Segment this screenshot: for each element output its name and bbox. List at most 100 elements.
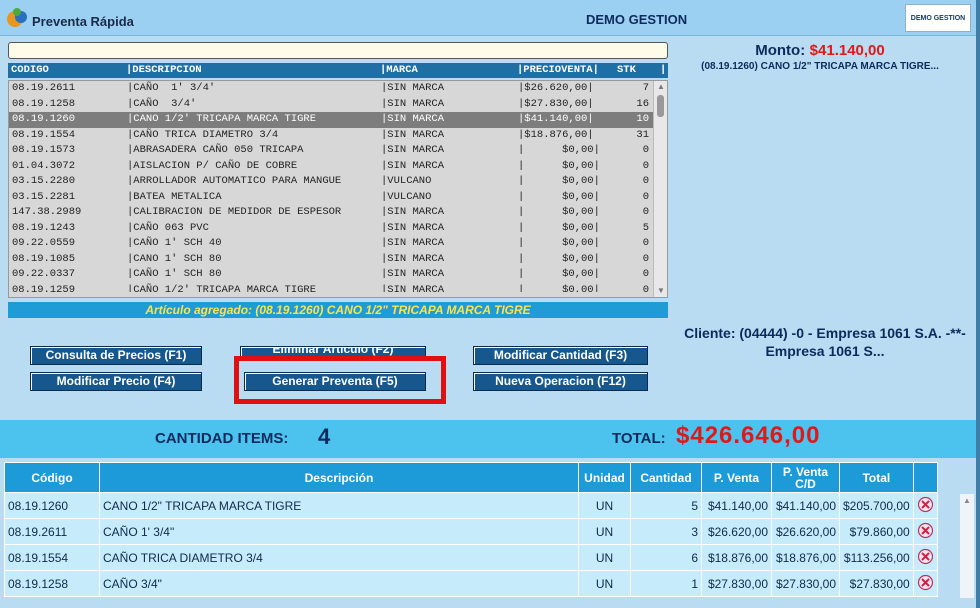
product-cell-descripcion: |CANO 1' SCH 80 (127, 252, 222, 265)
th-pventa-cd[interactable]: P. Venta C/D (771, 462, 840, 493)
th-total[interactable]: Total (839, 462, 914, 493)
product-cell-descripcion: |CALIBRACION DE MEDIDOR DE ESPESOR (127, 206, 342, 218)
cell-unidad: UN (578, 492, 631, 519)
scroll-up-icon[interactable]: ▲ (960, 496, 974, 505)
product-cell-marca: |SIN MARCA (381, 128, 445, 141)
product-list-scrollbar[interactable]: ▲ ▼ (653, 81, 667, 297)
product-cell-precio: | $0,00| (518, 252, 600, 265)
product-row[interactable]: 08.19.1259 |CAÑO 1/2' TRICAPA MARCA TIGRE… (9, 283, 667, 292)
product-cell-precio: |$26.620,00| (518, 82, 594, 94)
product-cell-codigo: 08.19.1258 (12, 97, 76, 110)
th-pventa[interactable]: P. Venta (701, 462, 772, 493)
product-cell-codigo: 03.15.2281 (12, 190, 76, 203)
scroll-down-icon[interactable]: ▼ (654, 285, 668, 297)
product-row[interactable]: 09.22.0559 |CAÑO 1' SCH 40 |SIN MARCA | $0,… (9, 236, 667, 252)
cell-pventa: $26.620,00 (701, 518, 772, 545)
cell-pventa_cd: $41.140,00 (771, 492, 840, 519)
product-cell-precio: | $0,00| (518, 206, 600, 218)
product-cell-precio: |$41.140,00| (518, 113, 594, 125)
scroll-up-icon[interactable]: ▲ (654, 81, 668, 93)
product-cell-codigo: 08.19.1573 (12, 144, 76, 156)
product-row[interactable]: 01.04.3072 |AISLACION P/ CAÑO DE COBRE |SI… (9, 159, 667, 175)
product-cell-marca: |SIN MARCA (381, 252, 445, 265)
product-row[interactable]: 08.19.1085 |CANO 1' SCH 80 |SIN MARCA | $0,… (9, 252, 667, 268)
product-list[interactable]: 08.19.2611 |CAÑO 1' 3/4' |SIN MARCA |$26.62… (8, 80, 668, 298)
delete-item-icon[interactable] (917, 496, 934, 513)
product-cell-stk: 0 (642, 175, 649, 187)
product-row[interactable]: 08.19.1554 |CAÑO TRICA DIAMETRO 3/4 |SIN M… (9, 128, 667, 144)
table-row[interactable]: 08.19.1260 CANO 1/2" TRICAPA MARCA TIGRE U… (4, 492, 938, 519)
th-descripcion[interactable]: Descripción (99, 462, 579, 493)
scroll-thumb[interactable] (657, 95, 664, 117)
cell-unidad: UN (578, 518, 631, 545)
modificar-cantidad-button[interactable]: Modificar Cantidad (F3) (473, 346, 648, 365)
table-row[interactable]: 08.19.1258 CAÑO 3/4" UN 1 $27.830,00 $27.830,… (4, 570, 938, 597)
monto-label: Monto: (755, 42, 806, 59)
product-cell-stk: 5 (642, 221, 649, 234)
added-message: Artículo agregado: (08.19.1260) CANO 1/2… (8, 302, 668, 318)
cell-descripcion: CAÑO TRICA DIAMETRO 3/4 (99, 544, 579, 571)
cell-descripcion: CAÑO 3/4" (99, 570, 579, 597)
product-cell-marca: |SIN MARCA (381, 97, 445, 110)
delete-item-icon[interactable] (917, 522, 934, 539)
window-edge (976, 0, 980, 608)
row-actions (912, 570, 938, 597)
product-cell-stk: 10 (636, 113, 649, 125)
product-cell-codigo: 01.04.3072 (12, 159, 76, 172)
product-cell-marca: |SIN MARCA (381, 237, 445, 249)
product-cell-stk: 0 (642, 237, 649, 249)
nueva-operacion-button[interactable]: Nueva Operacion (F12) (473, 372, 648, 391)
cell-unidad: UN (578, 570, 631, 597)
product-cell-marca: |SIN MARCA (381, 206, 445, 218)
col-end: | (660, 64, 667, 76)
cell-pventa_cd: $18.876,00 (771, 544, 840, 571)
table-row[interactable]: 08.19.1554 CAÑO TRICA DIAMETRO 3/4 UN 6 $18.… (4, 544, 938, 571)
product-row[interactable]: 03.15.2280 |ARROLLADOR AUTOMATICO PARA MA… (9, 174, 667, 190)
product-cell-descripcion: |ARROLLADOR AUTOMATICO PARA MANGUE (127, 175, 342, 187)
highlight-box (234, 356, 446, 404)
consulta-precios-button[interactable]: Consulta de Precios (F1) (30, 346, 202, 365)
product-cell-codigo: 08.19.1243 (12, 221, 76, 234)
product-cell-codigo: 09.22.0559 (12, 237, 76, 249)
delete-item-icon[interactable] (917, 574, 934, 591)
product-cell-precio: | $0,00| (518, 159, 600, 172)
product-cell-precio: | $0,00| (518, 144, 600, 156)
product-row[interactable]: 08.19.1573 |ABRASADERA CAÑO 050 TRICAPA |S… (9, 143, 667, 159)
product-row[interactable]: 08.19.1243 |CAÑO 063 PVC |SIN MARCA | $0,00… (9, 221, 667, 237)
product-row[interactable]: 08.19.1258 |CAÑO 3/4' |SIN MARCA |$27.830,0… (9, 97, 667, 113)
product-row[interactable]: 147.38.2989 |CALIBRACION DE MEDIDOR DE ES… (9, 205, 667, 221)
delete-item-icon[interactable] (917, 548, 934, 565)
cell-total: $113.256,00 (839, 544, 914, 571)
row-actions (912, 492, 938, 519)
product-cell-marca: |SIN MARCA (381, 159, 445, 172)
product-cell-codigo: 08.19.1554 (12, 128, 76, 141)
product-cell-marca: |VULCANO (381, 190, 432, 203)
product-cell-stk: 0 (642, 252, 649, 265)
product-cell-descripcion: |AISLACION P/ CAÑO DE COBRE (127, 159, 298, 172)
cell-cantidad: 5 (630, 492, 702, 519)
product-cell-codigo: 08.19.1260 (12, 113, 76, 125)
product-cell-descripcion: |BATEA METALICA (127, 190, 222, 203)
modificar-precio-button[interactable]: Modificar Precio (F4) (30, 372, 202, 391)
title-bar: Preventa Rápida DEMO GESTION DEMO GESTIO… (0, 0, 980, 36)
th-unidad[interactable]: Unidad (578, 462, 631, 493)
product-row[interactable]: 03.15.2281 |BATEA METALICA |VULCANO | $0,00… (9, 190, 667, 206)
product-row[interactable]: 08.19.2611 |CAÑO 1' 3/4' |SIN MARCA |$26.62… (9, 81, 667, 97)
col-stk: STK (617, 64, 636, 76)
product-row[interactable]: 08.19.1260 |CANO 1/2' TRICAPA MARCA TIGRE… (9, 112, 667, 128)
cliente-info: Cliente: (04444) -0 - Empresa 1061 S.A. … (684, 325, 966, 359)
monto-value: $41.140,00 (809, 42, 885, 59)
product-cell-descripcion: |CAÑO 063 PVC (127, 221, 209, 234)
th-codigo[interactable]: Código (4, 462, 100, 493)
monto-display: Monto: $41.140,00 (680, 42, 960, 60)
cell-pventa_cd: $26.620,00 (771, 518, 840, 545)
search-input[interactable] (8, 42, 668, 59)
total-label: TOTAL: (612, 430, 666, 447)
product-cell-stk: 0 (642, 144, 649, 156)
table-row[interactable]: 08.19.2611 CAÑO 1' 3/4" UN 3 $26.620,00 $26.6… (4, 518, 938, 545)
product-cell-precio: | $0,00| (518, 283, 600, 292)
th-cantidad[interactable]: Cantidad (630, 462, 702, 493)
product-row[interactable]: 09.22.0337 |CAÑO 1' SCH 80 |SIN MARCA | $0,… (9, 267, 667, 283)
product-cell-descripcion: |CAÑO TRICA DIAMETRO 3/4 (127, 128, 279, 141)
items-table-scrollbar[interactable]: ▲ (960, 494, 974, 598)
